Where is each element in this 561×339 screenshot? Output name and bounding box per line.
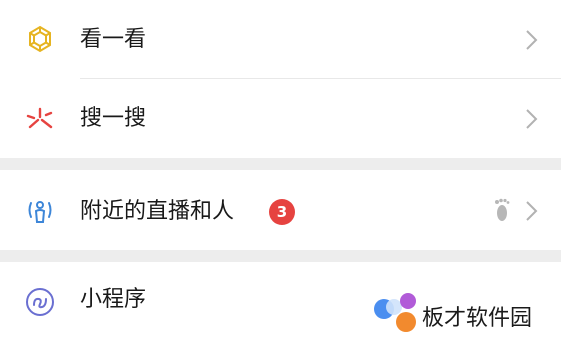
section-separator xyxy=(0,158,561,170)
menu-item-label: 看一看 xyxy=(80,27,147,52)
chevron-right-icon xyxy=(524,200,540,222)
chevron-right-icon xyxy=(524,29,540,51)
menu-item-nearby[interactable]: 附近的直播和人 3 xyxy=(0,170,561,250)
look-icon xyxy=(24,24,56,56)
nearby-live-icon xyxy=(24,195,56,227)
mini-program-icon xyxy=(24,286,56,318)
section-separator xyxy=(0,250,561,262)
watermark-logo xyxy=(372,292,420,334)
menu-item-look[interactable]: 看一看 xyxy=(0,0,561,78)
menu-item-search[interactable]: 搜一搜 xyxy=(0,79,561,158)
menu-item-label: 附近的直播和人 xyxy=(80,199,235,224)
watermark-text: 板才软件园 xyxy=(422,306,533,331)
chevron-right-icon xyxy=(524,108,540,130)
footprint-icon xyxy=(488,195,520,227)
unread-count-badge: 3 xyxy=(269,199,295,225)
menu-item-label: 小程序 xyxy=(80,287,147,312)
menu-item-label: 搜一搜 xyxy=(80,106,147,131)
search-spark-icon xyxy=(24,105,56,137)
